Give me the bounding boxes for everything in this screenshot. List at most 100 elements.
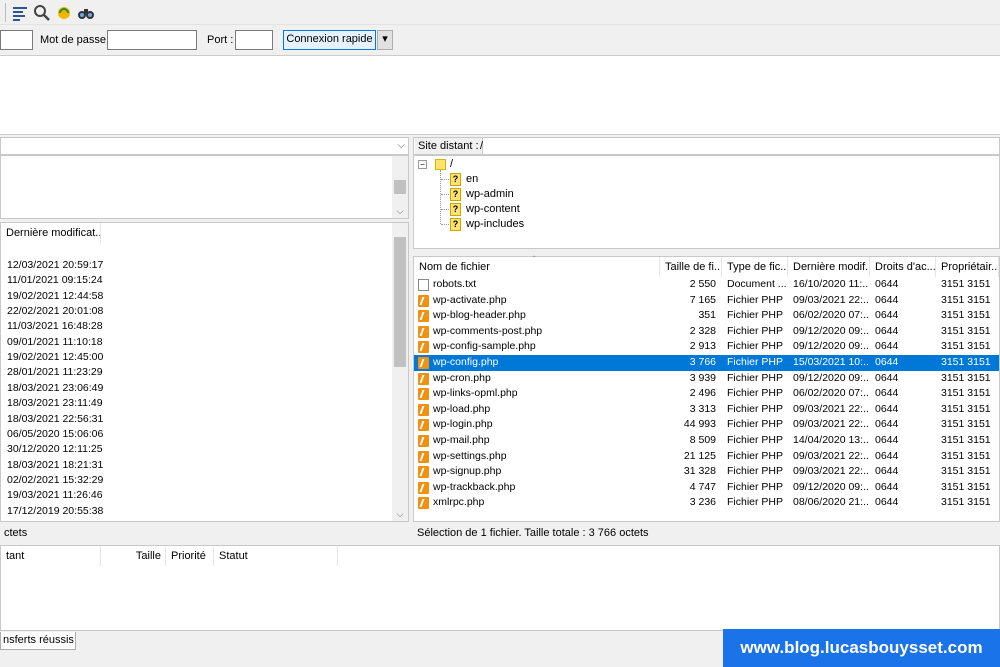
tree-item-wp-admin[interactable]: wp-admin xyxy=(466,187,514,202)
local-file-row[interactable]: 11/03/2021 16:48:28 xyxy=(7,319,103,335)
local-file-row[interactable]: 09/01/2021 11:10:18 xyxy=(7,335,103,351)
tree-root[interactable]: / xyxy=(450,157,453,172)
file-row-wp-login-php[interactable]: wp-login.php 44 993 Fichier PHP 09/03/2021 … xyxy=(414,417,999,433)
file-owner: 3151 3151 xyxy=(941,480,991,493)
message-log[interactable] xyxy=(0,55,1000,135)
file-row-wp-cron-php[interactable]: wp-cron.php 3 939 Fichier PHP 09/12/2020 09… xyxy=(414,371,999,387)
file-filename: wp-activate.php xyxy=(433,293,507,306)
file-row-xmlrpc-php[interactable]: xmlrpc.php 3 236 Fichier PHP 08/06/2020 21:… xyxy=(414,495,999,511)
remote-file-list[interactable]: ^ Nom de fichierTaille de fi...Type de f… xyxy=(413,254,1000,522)
file-row-wp-links-opml-php[interactable]: wp-links-opml.php 2 496 Fichier PHP 06/02/2… xyxy=(414,386,999,402)
local-file-row[interactable]: 19/02/2021 12:45:00 xyxy=(7,350,103,366)
local-file-modified: 06/05/2020 15:06:06 xyxy=(7,427,104,440)
tree-item-wp-includes[interactable]: wp-includes xyxy=(466,217,524,232)
file-row-wp-load-php[interactable]: wp-load.php 3 313 Fichier PHP 09/03/2021 22… xyxy=(414,402,999,418)
queue-header-remote[interactable]: tant xyxy=(1,546,101,566)
local-path-combobox[interactable]: ⌵ xyxy=(0,137,409,155)
queue-header-size[interactable]: Taille xyxy=(101,546,166,566)
file-row-wp-mail-php[interactable]: wp-mail.php 8 509 Fichier PHP 14/04/2020 13… xyxy=(414,433,999,449)
local-file-row[interactable]: 11/01/2021 09:15:24 xyxy=(7,273,103,289)
local-file-row[interactable]: 19/02/2021 12:44:58 xyxy=(7,289,103,305)
collapse-icon[interactable]: − xyxy=(418,160,427,169)
port-label: Port : xyxy=(207,34,234,46)
local-file-modified: 18/03/2021 23:06:49 xyxy=(7,381,104,394)
file-type: Fichier PHP xyxy=(727,371,784,384)
local-file-row[interactable]: 12/03/2021 20:59:17 xyxy=(7,258,103,274)
local-file-row[interactable]: 18/03/2021 23:06:49 xyxy=(7,381,103,397)
tree-item-wp-content[interactable]: wp-content xyxy=(466,202,520,217)
file-row-wp-trackback-php[interactable]: wp-trackback.php 4 747 Fichier PHP 09/12/20… xyxy=(414,480,999,496)
file-row-wp-config-php[interactable]: wp-config.php 3 766 Fichier PHP 15/03/2021 … xyxy=(414,355,999,371)
file-size: 3 313 xyxy=(689,402,716,415)
local-file-row[interactable]: 17/12/2019 20:55:38 xyxy=(7,504,103,520)
password-field[interactable] xyxy=(107,30,197,50)
file-permissions: 0644 xyxy=(875,465,899,478)
search-files-icon[interactable] xyxy=(33,4,51,22)
column-header-modified[interactable]: Dernière modif... xyxy=(788,257,870,277)
quickconnect-button[interactable]: Connexion rapide xyxy=(283,30,376,50)
tree-line xyxy=(441,194,449,195)
local-file-row[interactable]: 30/12/2020 12:11:25 xyxy=(7,442,103,458)
file-row-wp-config-sample-php[interactable]: wp-config-sample.php 2 913 Fichier PHP 09/1… xyxy=(414,339,999,355)
tab-successful-transfers[interactable]: nsferts réussis xyxy=(0,632,76,650)
transfer-queue[interactable]: tant Taille Priorité Statut xyxy=(0,545,1000,631)
local-file-row[interactable]: 02/02/2021 15:32:29 xyxy=(7,473,103,489)
file-modified: 16/10/2020 11:... xyxy=(793,278,869,290)
local-file-row[interactable]: 06/05/2020 15:06:06 xyxy=(7,427,103,443)
file-row-robots-txt[interactable]: robots.txt 2 550 Document ... 16/10/2020 11… xyxy=(414,277,999,293)
scroll-down-icon[interactable]: ⌵ xyxy=(394,509,406,520)
toolbar xyxy=(0,0,1000,25)
remote-path-field[interactable]: / xyxy=(480,138,483,154)
tree-item-en[interactable]: en xyxy=(466,172,478,187)
local-list-scrollbar[interactable]: ⌵ xyxy=(392,223,408,521)
scrollbar-thumb[interactable] xyxy=(394,180,406,194)
file-row-wp-settings-php[interactable]: wp-settings.php 21 125 Fichier PHP 09/03/20… xyxy=(414,449,999,465)
unknown-folder-icon: ? xyxy=(450,188,461,201)
local-directory-tree[interactable]: ⌵ xyxy=(0,155,409,219)
username-field[interactable] xyxy=(0,30,33,50)
quickconnect-dropdown-button[interactable]: ▾ xyxy=(377,30,393,50)
local-tree-scrollbar[interactable]: ⌵ xyxy=(392,156,408,218)
queue-header-priority[interactable]: Priorité xyxy=(166,546,214,566)
local-file-row[interactable]: 18/03/2021 23:11:49 xyxy=(7,396,103,412)
file-modified: 09/12/2020 09:... xyxy=(793,371,869,384)
queue-header-status[interactable]: Statut xyxy=(214,546,338,566)
file-filename: wp-login.php xyxy=(433,418,493,431)
file-type: Fichier PHP xyxy=(727,402,784,415)
file-row-wp-signup-php[interactable]: wp-signup.php 31 328 Fichier PHP 09/03/2021… xyxy=(414,464,999,480)
local-file-row[interactable]: 18/03/2021 18:21:31 xyxy=(7,458,103,474)
scrollbar-thumb[interactable] xyxy=(394,237,406,367)
filter-icon[interactable] xyxy=(11,4,29,22)
scroll-down-icon[interactable]: ⌵ xyxy=(394,206,406,217)
column-header-permissions[interactable]: Droits d'ac... xyxy=(870,257,936,277)
file-row-wp-blog-header-php[interactable]: wp-blog-header.php 351 Fichier PHP 06/02/20… xyxy=(414,308,999,324)
find-binoculars-icon[interactable] xyxy=(77,4,95,22)
column-header-size[interactable]: Taille de fi... xyxy=(660,257,722,277)
file-type: Document ... xyxy=(727,278,787,290)
column-header-modified[interactable]: Dernière modificat... xyxy=(1,223,101,243)
php-file-icon xyxy=(418,310,429,323)
file-filename: robots.txt xyxy=(433,278,477,290)
unknown-folder-icon: ? xyxy=(450,173,461,186)
file-modified: 09/03/2021 22:... xyxy=(793,465,869,478)
local-file-list[interactable]: Dernière modificat... 12/03/2021 20:59:1… xyxy=(0,222,409,522)
file-permissions: 0644 xyxy=(875,418,899,431)
local-file-row[interactable]: 18/03/2021 22:56:31 xyxy=(7,412,103,428)
file-size: 4 747 xyxy=(689,480,716,493)
local-file-row[interactable]: 22/02/2021 20:01:08 xyxy=(7,304,103,320)
file-permissions: 0644 xyxy=(875,356,899,368)
local-file-row[interactable]: 19/03/2021 11:26:46 xyxy=(7,488,103,504)
tree-line xyxy=(441,179,449,180)
column-header-filename[interactable]: Nom de fichier xyxy=(414,257,660,277)
php-file-icon xyxy=(418,403,429,416)
column-header-type[interactable]: Type de fic... xyxy=(722,257,788,277)
port-field[interactable] xyxy=(235,30,273,50)
local-file-row[interactable]: 28/01/2021 11:23:29 xyxy=(7,365,103,381)
column-header-owner[interactable]: Propriétair... xyxy=(936,257,999,277)
sync-browsing-icon[interactable] xyxy=(55,4,73,22)
file-row-wp-activate-php[interactable]: wp-activate.php 7 165 Fichier PHP 09/03/202… xyxy=(414,293,999,309)
file-size: 31 328 xyxy=(683,465,716,478)
remote-directory-tree[interactable]: − / ? en? wp-admin? wp-content? wp-includes xyxy=(413,155,1000,249)
file-size: 2 496 xyxy=(689,387,716,400)
file-row-wp-comments-post-php[interactable]: wp-comments-post.php 2 328 Fichier PHP 09/1… xyxy=(414,324,999,340)
